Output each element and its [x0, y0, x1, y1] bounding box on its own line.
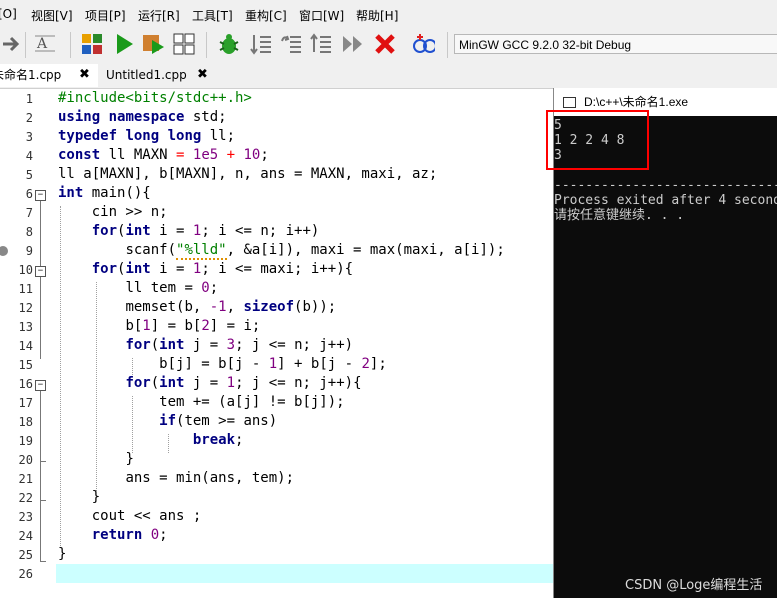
menu-item-run[interactable]: 运行[R]: [138, 7, 180, 24]
line-number: 11: [18, 282, 33, 296]
line-number: 22: [18, 491, 33, 505]
fold-toggle[interactable]: −: [35, 190, 46, 201]
line-number: 5: [25, 168, 33, 182]
line-number: 17: [18, 396, 33, 410]
line-number: 16: [18, 377, 33, 391]
profile-icon[interactable]: [411, 32, 435, 56]
code-line-14: for(int j = 3; j <= n; j++): [125, 337, 354, 353]
code-line-10: for(int i = 1; i <= maxi; i++){: [91, 261, 354, 277]
line-number: 14: [18, 339, 33, 353]
line-number: 13: [18, 320, 33, 334]
code-line-2: using namespace std;: [58, 109, 227, 125]
compile-run-icon[interactable]: [142, 32, 166, 56]
code-line-9: scanf("%lld", &a[i]), maxi = max(maxi, a…: [125, 242, 505, 260]
code-line-21: ans = min(ans, tem);: [125, 470, 295, 486]
rebuild-all-icon[interactable]: [172, 32, 196, 56]
step-out-icon[interactable]: [309, 32, 333, 56]
line-number: 2: [25, 111, 33, 125]
line-number: 4: [25, 149, 33, 163]
menu-bar: [O] 视图[V] 项目[P] 运行[R] 工具[T] 重构[C] 窗口[W] …: [0, 0, 777, 26]
code-line-12: memset(b, -1, sizeof(b));: [125, 299, 337, 315]
line-number: 24: [18, 529, 33, 543]
console-output: 5 1 2 2 4 8 3 --------------------------…: [554, 118, 777, 223]
code-line-19: break;: [192, 432, 244, 448]
tab-unnamed1[interactable]: 未命名1.cpp ✖: [0, 64, 98, 87]
menu-item-refactor[interactable]: 重构[C]: [245, 7, 287, 24]
menu-item-project[interactable]: 项目[P]: [85, 7, 126, 24]
close-icon[interactable]: ✖: [197, 64, 208, 86]
line-number: 8: [25, 225, 33, 239]
debug-bug-icon[interactable]: [217, 32, 241, 56]
code-line-8: for(int i = 1; i <= n; i++): [91, 223, 320, 239]
line-number: 3: [25, 130, 33, 144]
line-number: 21: [18, 472, 33, 486]
console-app-icon: [563, 97, 576, 108]
menu-item-tools[interactable]: 工具[T]: [192, 7, 233, 24]
code-line-3: typedef long long ll;: [58, 128, 236, 144]
menu-item-o[interactable]: [O]: [0, 7, 17, 21]
code-line-7: cin >> n;: [91, 204, 168, 220]
code-line-16: for(int j = 1; j <= n; j++){: [125, 375, 362, 391]
editor-tabs: 未命名1.cpp ✖ Untitled1.cpp ✖: [0, 64, 777, 89]
code-line-13: b[1] = b[2] = i;: [125, 318, 261, 334]
compile-icon[interactable]: [80, 32, 104, 56]
menu-item-window[interactable]: 窗口[W]: [299, 7, 344, 24]
code-line-6: int main(){: [58, 185, 151, 201]
tab-untitled1[interactable]: Untitled1.cpp ✖: [100, 64, 218, 87]
menu-item-help[interactable]: 帮助[H]: [356, 7, 398, 24]
step-into-icon[interactable]: [249, 32, 273, 56]
menu-item-view[interactable]: 视图[V]: [31, 7, 73, 24]
code-line-20: }: [125, 451, 134, 467]
code-line-24: return 0;: [91, 527, 168, 543]
line-number: 20: [18, 453, 33, 467]
code-line-22: }: [91, 489, 101, 505]
toolbar: A MinGW GCC 9.2.0 32-bit Debug: [0, 26, 777, 65]
compiler-select[interactable]: MinGW GCC 9.2.0 32-bit Debug: [454, 34, 777, 54]
line-number: 7: [25, 206, 33, 220]
line-number: 18: [18, 415, 33, 429]
line-number: 15: [18, 358, 33, 372]
code-line-1: #include<bits/stdc++.h>: [58, 90, 252, 106]
line-number: 12: [18, 301, 33, 315]
code-line-17: tem += (a[j] != b[j]);: [159, 394, 345, 410]
code-line-11: ll tem = 0;: [125, 280, 219, 296]
forward-arrow-icon[interactable]: [0, 32, 24, 56]
svg-text:A: A: [36, 36, 48, 52]
code-line-25: }: [58, 546, 67, 562]
fold-toggle[interactable]: −: [35, 266, 46, 277]
code-line-4: const ll MAXN = 1e5 + 10;: [58, 147, 269, 163]
close-icon[interactable]: ✖: [79, 64, 90, 86]
run-icon[interactable]: [112, 32, 136, 56]
code-line-23: cout << ans ;: [91, 508, 202, 524]
line-number: 26: [18, 567, 33, 581]
fold-toggle[interactable]: −: [35, 380, 46, 391]
code-line-15: b[j] = b[j - 1] + b[j - 2];: [159, 356, 387, 372]
stop-icon[interactable]: [373, 32, 397, 56]
line-number: 6: [25, 187, 33, 201]
line-number: 23: [18, 510, 33, 524]
code-line-18: if(tem >= ans): [159, 413, 278, 429]
tab-label: 未命名1.cpp: [0, 68, 62, 82]
continue-icon[interactable]: [341, 32, 365, 56]
line-number: 25: [18, 548, 33, 562]
line-number: 10: [18, 263, 33, 277]
code-line-5: ll a[MAXN], b[MAXN], n, ans = MAXN, maxi…: [58, 166, 438, 182]
line-number: 1: [25, 92, 33, 106]
watermark: CSDN @Loge编程生活: [625, 578, 763, 593]
annotation-highlight-box: [546, 110, 649, 170]
step-over-icon[interactable]: [279, 32, 303, 56]
tab-label: Untitled1.cpp: [106, 68, 187, 82]
format-text-icon[interactable]: A: [33, 32, 57, 56]
line-number: 19: [18, 434, 33, 448]
